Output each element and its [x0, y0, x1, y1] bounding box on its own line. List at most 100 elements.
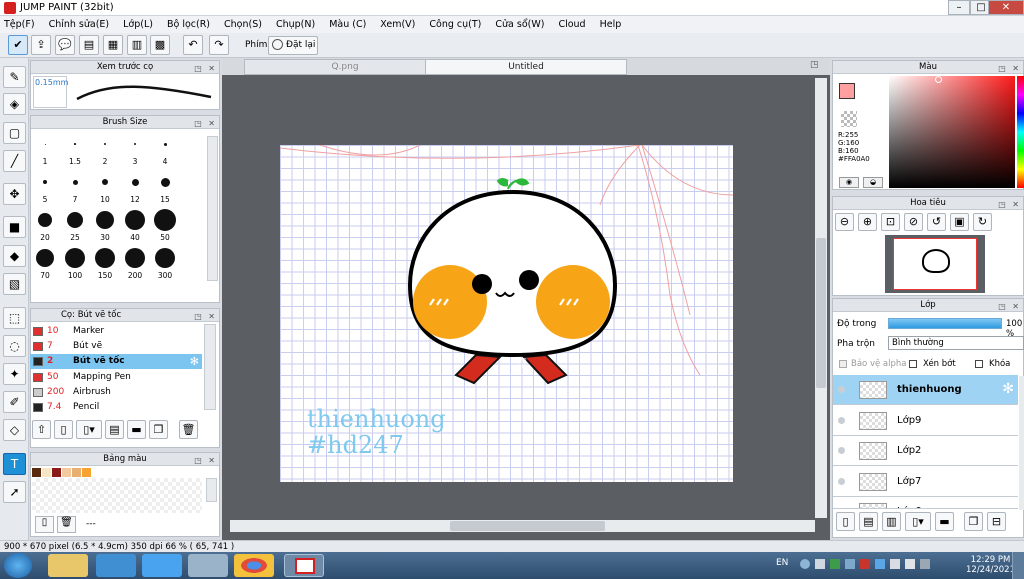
brush-size-option[interactable] [95, 248, 115, 268]
brush-size-option[interactable] [125, 248, 145, 268]
rotate-right-icon[interactable]: ↻ [973, 213, 992, 231]
menu-help[interactable]: Help [600, 19, 622, 30]
gear-icon[interactable]: ✻ [190, 354, 199, 369]
tray-volume-icon[interactable] [905, 559, 915, 569]
visibility-icon[interactable] [838, 386, 845, 393]
new-layer-text-icon[interactable]: ▤ [859, 512, 878, 531]
move-tool-icon[interactable]: ✥ [3, 183, 26, 205]
drawing-canvas[interactable]: MR LH thienhuong #hd247 [280, 145, 733, 482]
palette-scrollbar[interactable] [206, 478, 217, 502]
fill-rect-tool-icon[interactable]: ■ [3, 216, 26, 238]
tray-flag-icon[interactable] [815, 559, 825, 569]
layer-duplicate-icon[interactable]: ❐ [964, 512, 983, 531]
tray-app4-icon[interactable] [890, 559, 900, 569]
zalo-icon[interactable] [142, 554, 182, 577]
brush-copy-icon[interactable]: ❐ [149, 420, 168, 439]
menu-capture[interactable]: Chụp(N) [276, 19, 315, 30]
hue-slider[interactable] [1017, 76, 1024, 188]
tray-app5-icon[interactable] [920, 559, 930, 569]
tab-q-png[interactable]: Q.png [244, 59, 446, 75]
tray-app3-icon[interactable] [875, 559, 885, 569]
canvas-horizontal-scrollbar[interactable] [230, 520, 815, 532]
layer-merge-icon[interactable]: ⊟ [987, 512, 1006, 531]
check-icon[interactable]: ✔ [8, 35, 28, 55]
clock[interactable]: 12:29 PM 12/24/2021 [966, 555, 1015, 575]
canvas-vertical-scrollbar[interactable] [815, 78, 827, 518]
menu-color[interactable]: Màu (C) [329, 19, 366, 30]
tray-v-icon[interactable] [860, 559, 870, 569]
visibility-icon[interactable] [838, 477, 845, 485]
brush-settings-icon[interactable]: ▤ [105, 420, 124, 439]
brush-item[interactable]: 10 Marker [30, 324, 202, 339]
opacity-slider[interactable] [888, 318, 1002, 329]
brush-size-option[interactable] [104, 143, 106, 145]
delete-palette-icon[interactable]: 🗑 [57, 516, 76, 533]
blend-mode-select[interactable]: Bình thường [888, 336, 1024, 350]
reset-button[interactable]: Đặt lại [268, 36, 318, 55]
palette-swatch[interactable] [42, 468, 52, 477]
brush-delete-icon[interactable]: 🗑 [179, 420, 198, 439]
brush-size-option[interactable] [96, 211, 114, 229]
menu-cloud[interactable]: Cloud [558, 19, 585, 30]
palette-empty-area[interactable] [32, 478, 202, 513]
panel-buttons-icon[interactable]: ◳ ✕ [194, 454, 217, 467]
layer-row[interactable]: Lớp2 [833, 436, 1018, 466]
palette-swatch[interactable] [72, 468, 82, 477]
eraser-tool-icon[interactable]: ◈ [3, 93, 26, 115]
color-wheel-icon[interactable]: ◉ [839, 177, 859, 188]
rect-select-tool-icon[interactable]: ⬚ [3, 307, 26, 329]
document-icon[interactable]: ▦ [103, 35, 123, 55]
visibility-icon[interactable] [838, 416, 845, 424]
brush-size-option[interactable] [155, 248, 175, 268]
brush-item[interactable]: 50 Mapping Pen [30, 370, 202, 385]
fit-icon[interactable]: ⊡ [881, 213, 900, 231]
brush-size-option[interactable] [131, 178, 139, 186]
panel-buttons-icon[interactable]: ◳ ✕ [998, 62, 1021, 75]
internet-explorer-icon[interactable] [96, 554, 136, 577]
line-tool-icon[interactable]: ╱ [3, 150, 26, 172]
new-palette-icon[interactable]: ▯ [35, 516, 54, 533]
comment-icon[interactable]: ▤ [79, 35, 99, 55]
clip-checkbox[interactable] [909, 360, 917, 368]
show-desktop-button[interactable] [1012, 552, 1024, 579]
rectangle-tool-icon[interactable]: ▢ [3, 122, 26, 144]
tab-panel-icon[interactable]: ◳ [810, 60, 819, 70]
panel-buttons-icon[interactable]: ◳ ✕ [194, 62, 217, 75]
panel-buttons-icon[interactable]: ◳ ✕ [998, 198, 1021, 211]
brush-size-option[interactable] [74, 143, 76, 145]
brush-size-option[interactable] [102, 179, 108, 185]
transparent-color-icon[interactable] [841, 111, 857, 127]
brush-size-scrollbar[interactable] [207, 136, 218, 281]
minimize-button[interactable]: – [948, 0, 970, 15]
file-explorer-icon[interactable] [48, 554, 88, 577]
close-button[interactable]: ✕ [988, 0, 1024, 15]
new-brush-icon[interactable]: ▯ [54, 420, 73, 439]
brush-size-option[interactable] [72, 179, 78, 185]
lasso-tool-icon[interactable]: ◌ [3, 335, 26, 357]
new-layer-icon[interactable]: ▯ [836, 512, 855, 531]
redo-icon[interactable]: ↷ [209, 35, 229, 55]
menu-file[interactable]: Tệp(F) [4, 19, 35, 30]
vertical-scroll-thumb[interactable] [816, 238, 826, 388]
brush-size-option[interactable] [38, 213, 52, 227]
visibility-icon[interactable] [838, 508, 845, 509]
select-eraser-tool-icon[interactable]: ◇ [3, 419, 26, 441]
bucket-tool-icon[interactable]: ◆ [3, 245, 26, 267]
layer-row[interactable]: thienhuong ✻ [833, 375, 1018, 405]
language-indicator[interactable]: EN [776, 558, 788, 568]
brush-item[interactable]: 2 Bút vẽ tốc ✻ [30, 354, 202, 370]
panel-buttons-icon[interactable]: ◳ ✕ [998, 300, 1021, 313]
panel-buttons-icon[interactable]: ◳ ✕ [194, 310, 217, 323]
menu-filter[interactable]: Bộ lọc(R) [167, 19, 210, 30]
magic-wand-tool-icon[interactable]: ✦ [3, 363, 26, 385]
menu-window[interactable]: Cửa sổ(W) [495, 19, 544, 30]
brush-size-option[interactable] [44, 143, 46, 145]
palette-swatch[interactable] [52, 468, 62, 477]
palette-swatch[interactable] [62, 468, 72, 477]
menu-layer[interactable]: Lớp(L) [123, 19, 153, 30]
color-saturation-field[interactable] [889, 76, 1015, 188]
layer-mask-icon[interactable]: ▥ [882, 512, 901, 531]
color-picker-icon[interactable]: ◒ [863, 177, 883, 188]
page-icon[interactable]: ▥ [127, 35, 147, 55]
brush-item[interactable]: 200 Airbrush [30, 385, 202, 400]
